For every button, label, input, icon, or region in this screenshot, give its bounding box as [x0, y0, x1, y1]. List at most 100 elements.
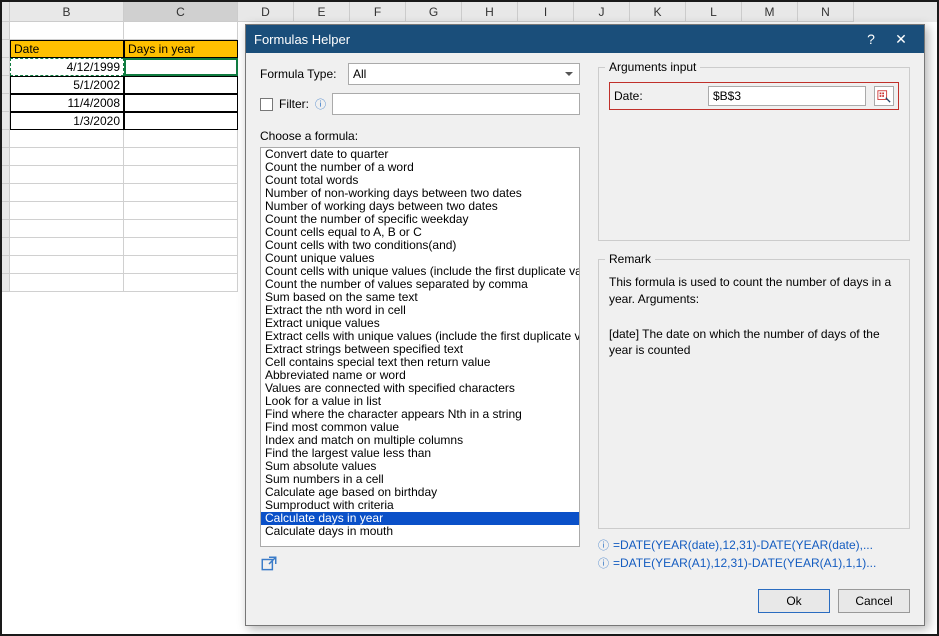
- formula-item[interactable]: Look for a value in list: [261, 395, 579, 408]
- header-date[interactable]: Date: [10, 40, 124, 58]
- formulas-helper-dialog: Formulas Helper ? ✕ Formula Type: All Fi…: [245, 24, 925, 626]
- col-header-d[interactable]: D: [238, 2, 294, 22]
- cell[interactable]: [10, 148, 124, 166]
- remark-text-2: [date] The date on which the number of d…: [609, 326, 899, 360]
- cell[interactable]: [124, 202, 238, 220]
- col-header-k[interactable]: K: [630, 2, 686, 22]
- formula-type-select[interactable]: All: [348, 63, 580, 85]
- close-button[interactable]: ✕: [886, 25, 916, 53]
- filter-input[interactable]: [332, 93, 580, 115]
- col-header-g[interactable]: G: [406, 2, 462, 22]
- cell[interactable]: [10, 166, 124, 184]
- formula-item[interactable]: Find where the character appears Nth in …: [261, 408, 579, 421]
- cell[interactable]: [124, 22, 238, 40]
- titlebar[interactable]: Formulas Helper ? ✕: [246, 25, 924, 53]
- col-header-c[interactable]: C: [124, 2, 238, 22]
- col-header-f[interactable]: F: [350, 2, 406, 22]
- info-icon: ⓘ: [598, 558, 609, 570]
- formula-item[interactable]: Sumproduct with criteria: [261, 499, 579, 512]
- ok-button[interactable]: Ok: [758, 589, 830, 613]
- formula-item[interactable]: Calculate age based on birthday: [261, 486, 579, 499]
- dialog-title: Formulas Helper: [254, 32, 856, 47]
- formula-item[interactable]: Extract the nth word in cell: [261, 304, 579, 317]
- cell[interactable]: [10, 184, 124, 202]
- col-header-m[interactable]: M: [742, 2, 798, 22]
- formula-item[interactable]: Extract strings between specified text: [261, 343, 579, 356]
- cell[interactable]: [124, 256, 238, 274]
- formula-item[interactable]: Calculate days in mouth: [261, 525, 579, 538]
- filter-checkbox[interactable]: [260, 98, 273, 111]
- formula-item[interactable]: Calculate days in year: [261, 512, 579, 525]
- cell-b6[interactable]: 1/3/2020: [10, 112, 124, 130]
- formula-item[interactable]: Values are connected with specified char…: [261, 382, 579, 395]
- formula-item[interactable]: Count the number of values separated by …: [261, 278, 579, 291]
- formula-item[interactable]: Count total words: [261, 174, 579, 187]
- cell[interactable]: [124, 238, 238, 256]
- formula-item[interactable]: Count cells with two conditions(and): [261, 239, 579, 252]
- date-arg-label: Date:: [614, 89, 700, 103]
- formula-item[interactable]: Abbreviated name or word: [261, 369, 579, 382]
- popout-icon[interactable]: [260, 555, 278, 573]
- right-pane: Arguments input Date: $B$3 Remark This f…: [598, 63, 910, 573]
- col-header-e[interactable]: E: [294, 2, 350, 22]
- cell-c5[interactable]: [124, 94, 238, 112]
- cell[interactable]: [124, 148, 238, 166]
- formula-item[interactable]: Number of non-working days between two d…: [261, 187, 579, 200]
- cell[interactable]: [124, 130, 238, 148]
- formula-item[interactable]: Count cells with unique values (include …: [261, 265, 579, 278]
- cell-c4[interactable]: [124, 76, 238, 94]
- formula-item[interactable]: Sum numbers in a cell: [261, 473, 579, 486]
- formula-item[interactable]: Index and match on multiple columns: [261, 434, 579, 447]
- header-days[interactable]: Days in year: [124, 40, 238, 58]
- remark-text-1: This formula is used to count the number…: [609, 274, 899, 308]
- formula-item[interactable]: Sum absolute values: [261, 460, 579, 473]
- cell[interactable]: [10, 130, 124, 148]
- cell-b5[interactable]: 11/4/2008: [10, 94, 124, 112]
- formula-item[interactable]: Extract cells with unique values (includ…: [261, 330, 579, 343]
- range-picker-button[interactable]: [874, 86, 894, 106]
- formula-links: ⓘ=DATE(YEAR(date),12,31)-DATE(YEAR(date)…: [598, 535, 910, 573]
- formula-item[interactable]: Cell contains special text then return v…: [261, 356, 579, 369]
- formula-item[interactable]: Count unique values: [261, 252, 579, 265]
- formula-item[interactable]: Number of working days between two dates: [261, 200, 579, 213]
- cell[interactable]: [124, 184, 238, 202]
- cell-b4[interactable]: 5/1/2002: [10, 76, 124, 94]
- formula-item[interactable]: Convert date to quarter: [261, 148, 579, 161]
- formula-item[interactable]: Sum based on the same text: [261, 291, 579, 304]
- left-pane: Formula Type: All Filter: ⓘ Choose a for…: [260, 63, 580, 573]
- help-button[interactable]: ?: [856, 25, 886, 53]
- formula-item[interactable]: Find the largest value less than: [261, 447, 579, 460]
- formula-listbox[interactable]: Convert date to quarterCount the number …: [260, 147, 580, 547]
- formula-link-1[interactable]: ⓘ=DATE(YEAR(date),12,31)-DATE(YEAR(date)…: [598, 537, 910, 553]
- date-arg-input[interactable]: $B$3: [708, 86, 866, 106]
- cell-c3[interactable]: [124, 58, 238, 76]
- col-header-h[interactable]: H: [462, 2, 518, 22]
- formula-item[interactable]: Find most common value: [261, 421, 579, 434]
- cancel-button[interactable]: Cancel: [838, 589, 910, 613]
- formula-item[interactable]: Count cells equal to A, B or C: [261, 226, 579, 239]
- cell[interactable]: [10, 238, 124, 256]
- cell[interactable]: [10, 220, 124, 238]
- col-header-n[interactable]: N: [798, 2, 854, 22]
- formula-item[interactable]: Extract unique values: [261, 317, 579, 330]
- cell[interactable]: [10, 256, 124, 274]
- cell-b3[interactable]: 4/12/1999: [10, 58, 124, 76]
- col-header-b[interactable]: B: [10, 2, 124, 22]
- remark-legend: Remark: [605, 252, 655, 266]
- col-header-l[interactable]: L: [686, 2, 742, 22]
- cell[interactable]: [124, 166, 238, 184]
- cell[interactable]: [124, 220, 238, 238]
- dialog-footer: Ok Cancel: [246, 581, 924, 625]
- cell-c6[interactable]: [124, 112, 238, 130]
- col-header-i[interactable]: I: [518, 2, 574, 22]
- formula-link-2[interactable]: ⓘ=DATE(YEAR(A1),12,31)-DATE(YEAR(A1),1,1…: [598, 555, 910, 571]
- formula-item[interactable]: Count the number of specific weekday: [261, 213, 579, 226]
- cell[interactable]: [10, 274, 124, 292]
- cell[interactable]: [10, 22, 124, 40]
- cell[interactable]: [124, 274, 238, 292]
- info-icon[interactable]: ⓘ: [315, 96, 326, 112]
- col-header-j[interactable]: J: [574, 2, 630, 22]
- formula-item[interactable]: Count the number of a word: [261, 161, 579, 174]
- cell[interactable]: [10, 202, 124, 220]
- corner-cell: [2, 2, 10, 22]
